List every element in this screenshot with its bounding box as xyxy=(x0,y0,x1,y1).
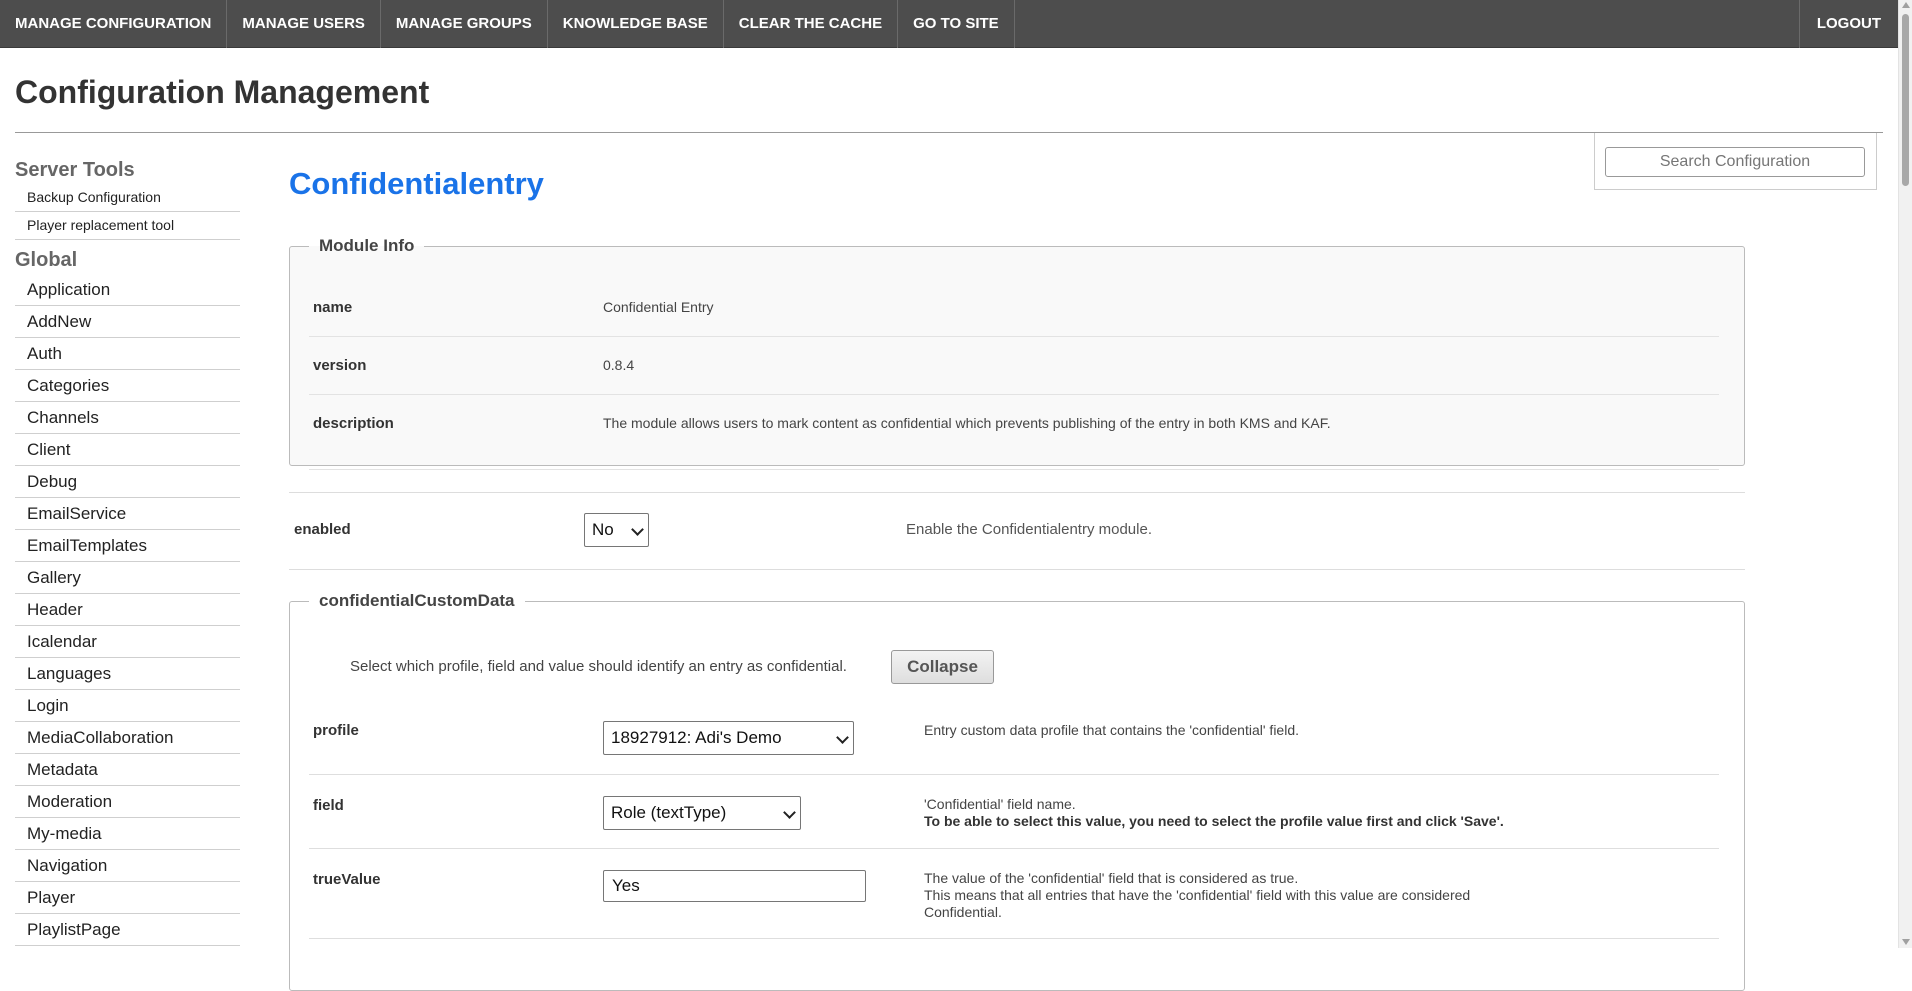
sidebar-item-emailtemplates[interactable]: EmailTemplates xyxy=(15,530,240,562)
sidebar-item-auth[interactable]: Auth xyxy=(15,338,240,370)
enabled-select[interactable]: No xyxy=(584,513,649,547)
chevron-down-icon xyxy=(836,731,849,744)
field-row: field Role (textType) 'Confidential' fie… xyxy=(309,774,1719,849)
profile-label: profile xyxy=(313,722,359,739)
vertical-scrollbar[interactable] xyxy=(1898,0,1912,948)
info-value-name: Confidential Entry xyxy=(603,299,714,315)
profile-select[interactable]: 18927912: Adi's Demo xyxy=(603,721,854,755)
info-row-description: description The module allows users to m… xyxy=(309,394,1719,470)
sidebar-item-my-media[interactable]: My-media xyxy=(15,818,240,850)
sidebar-item-player[interactable]: Player xyxy=(15,882,240,914)
module-title: Confidentialentry xyxy=(289,166,544,201)
sidebar-item-login[interactable]: Login xyxy=(15,690,240,722)
info-key-description: description xyxy=(313,415,394,432)
search-input[interactable] xyxy=(1605,147,1865,177)
profile-select-value: 18927912: Adi's Demo xyxy=(611,728,782,747)
enabled-description: Enable the Confidentialentry module. xyxy=(906,521,1152,538)
sidebar-item-emailservice[interactable]: EmailService xyxy=(15,498,240,530)
profile-description: Entry custom data profile that contains … xyxy=(924,722,1299,738)
chevron-down-icon xyxy=(783,806,796,819)
field-select[interactable]: Role (textType) xyxy=(603,796,801,830)
enabled-row: enabled No Enable the Confidentialentry … xyxy=(289,492,1745,570)
field-description-block: 'Confidential' field name. To be able to… xyxy=(924,796,1624,830)
profile-row: profile 18927912: Adi's Demo Entry custo… xyxy=(309,704,1719,775)
sidebar-item-mediacollaboration[interactable]: MediaCollaboration xyxy=(15,722,240,754)
chevron-down-icon xyxy=(631,523,644,536)
sidebar-item-backup-configuration[interactable]: Backup Configuration xyxy=(15,184,240,212)
truevalue-label: trueValue xyxy=(313,871,381,888)
sidebar-item-gallery[interactable]: Gallery xyxy=(15,562,240,594)
nav-manage-configuration[interactable]: MANAGE CONFIGURATION xyxy=(0,0,228,48)
field-select-value: Role (textType) xyxy=(611,803,727,822)
module-info-legend: Module Info xyxy=(319,236,415,255)
nav-go-to-site[interactable]: GO TO SITE xyxy=(898,0,1015,48)
sidebar-heading-server-tools: Server Tools xyxy=(15,159,135,181)
sidebar-item-categories[interactable]: Categories xyxy=(15,370,240,402)
info-value-version: 0.8.4 xyxy=(603,357,635,373)
nav-manage-users[interactable]: MANAGE USERS xyxy=(227,0,381,48)
enabled-select-value: No xyxy=(592,520,614,539)
nav-knowledge-base[interactable]: KNOWLEDGE BASE xyxy=(548,0,724,48)
page-title: Configuration Management xyxy=(15,74,430,110)
sidebar-item-navigation[interactable]: Navigation xyxy=(15,850,240,882)
top-nav: MANAGE CONFIGURATION MANAGE USERS MANAGE… xyxy=(0,0,1898,48)
field-description: 'Confidential' field name. xyxy=(924,796,1076,812)
sidebar-item-player-replacement-tool[interactable]: Player replacement tool xyxy=(15,212,240,240)
enabled-label: enabled xyxy=(294,521,351,538)
sidebar-item-application[interactable]: Application xyxy=(15,274,240,306)
scroll-up-icon[interactable] xyxy=(1902,2,1910,8)
field-label: field xyxy=(313,797,344,814)
nav-manage-groups[interactable]: MANAGE GROUPS xyxy=(381,0,548,48)
info-value-description: The module allows users to mark content … xyxy=(603,415,1331,431)
truevalue-description-block: The value of the 'confidential' field th… xyxy=(924,870,1544,921)
info-key-name: name xyxy=(313,299,353,316)
custom-data-legend: confidentialCustomData xyxy=(319,591,515,610)
sidebar-item-metadata[interactable]: Metadata xyxy=(15,754,240,786)
sidebar-item-addnew[interactable]: AddNew xyxy=(15,306,240,338)
sidebar-item-icalendar[interactable]: Icalendar xyxy=(15,626,240,658)
field-note: To be able to select this value, you nee… xyxy=(924,813,1504,829)
sidebar-item-header[interactable]: Header xyxy=(15,594,240,626)
truevalue-description-line2: This means that all entries that have th… xyxy=(924,887,1471,920)
sidebar-item-client[interactable]: Client xyxy=(15,434,240,466)
scrollbar-thumb[interactable] xyxy=(1902,14,1909,186)
sidebar: Server Tools Backup Configuration Player… xyxy=(15,156,240,946)
collapse-button[interactable]: Collapse xyxy=(891,650,994,684)
info-row-version: version 0.8.4 xyxy=(309,336,1719,395)
search-panel xyxy=(1594,133,1877,190)
truevalue-description-line1: The value of the 'confidential' field th… xyxy=(924,870,1299,886)
sidebar-item-debug[interactable]: Debug xyxy=(15,466,240,498)
truevalue-row: trueValue The value of the 'confidential… xyxy=(309,848,1719,939)
sidebar-item-moderation[interactable]: Moderation xyxy=(15,786,240,818)
sidebar-heading-global: Global xyxy=(15,249,78,271)
info-row-name: name Confidential Entry xyxy=(309,278,1719,337)
logout-link[interactable]: LOGOUT xyxy=(1798,0,1898,48)
sidebar-item-playlistpage[interactable]: PlaylistPage xyxy=(15,914,240,946)
scroll-down-icon[interactable] xyxy=(1902,939,1910,945)
nav-clear-cache[interactable]: CLEAR THE CACHE xyxy=(724,0,899,48)
custom-data-intro: Select which profile, field and value sh… xyxy=(350,658,847,675)
sidebar-item-languages[interactable]: Languages xyxy=(15,658,240,690)
sidebar-item-channels[interactable]: Channels xyxy=(15,402,240,434)
truevalue-input[interactable] xyxy=(603,870,866,902)
info-key-version: version xyxy=(313,357,367,374)
